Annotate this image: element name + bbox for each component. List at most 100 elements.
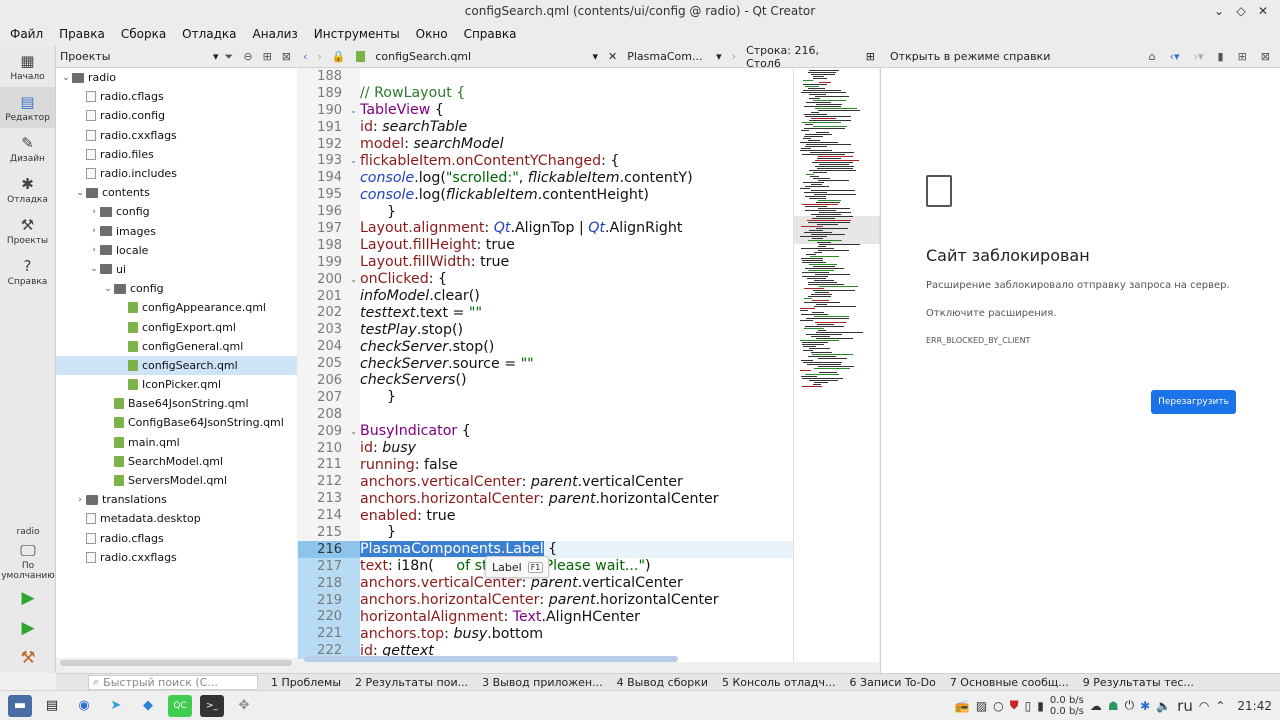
- tree-item[interactable]: configAppearance.qml: [56, 298, 297, 317]
- tree-item[interactable]: radio.cflags: [56, 529, 297, 548]
- open-file-select[interactable]: configSearch.qml: [375, 50, 582, 63]
- tree-item[interactable]: › images: [56, 222, 297, 241]
- chevron-down-icon[interactable]: ⌄: [60, 73, 72, 83]
- keyboard-layout[interactable]: ru: [1177, 697, 1193, 715]
- tab-search-results[interactable]: 2 Результаты пои...: [355, 676, 468, 689]
- menu-edit[interactable]: Правка: [51, 27, 113, 41]
- tree-item[interactable]: radio.includes: [56, 164, 297, 183]
- tree-scrollbar[interactable]: [60, 660, 292, 666]
- menu-tools[interactable]: Инструменты: [306, 27, 408, 41]
- chevron-down-icon[interactable]: ⌄: [88, 264, 100, 274]
- shield-icon[interactable]: ⛊: [1010, 698, 1019, 713]
- tab-general-messages[interactable]: 7 Основные сообщ...: [950, 676, 1069, 689]
- symbol-select[interactable]: PlasmaCom...: [627, 50, 706, 63]
- chrome-icon[interactable]: ◉: [72, 695, 96, 717]
- menu-window[interactable]: Окно: [408, 27, 456, 41]
- run-button[interactable]: ▶: [0, 583, 56, 613]
- tab-compile-output[interactable]: 4 Вывод сборки: [617, 676, 708, 689]
- radio-icon[interactable]: 📻: [955, 699, 970, 713]
- volume-icon[interactable]: 🔈: [1156, 699, 1171, 713]
- discover-icon[interactable]: ◆: [136, 695, 160, 717]
- forward-icon[interactable]: ›: [317, 50, 321, 63]
- bookmark-icon[interactable]: ▮: [1218, 50, 1224, 63]
- split-editor-icon[interactable]: ⊞: [866, 50, 875, 63]
- tab-test-results[interactable]: 9 Результаты тес...: [1083, 676, 1194, 689]
- tree-item[interactable]: configGeneral.qml: [56, 337, 297, 356]
- filter-icon[interactable]: ⏷: [225, 50, 234, 64]
- code-editor[interactable]: // RowLayout { TableView { id: searchTab…: [360, 68, 793, 662]
- scroll-thumb[interactable]: [304, 656, 678, 662]
- tree-item[interactable]: main.qml: [56, 433, 297, 452]
- tree-item[interactable]: configSearch.qml: [56, 355, 297, 375]
- app-launcher-icon[interactable]: ▬: [8, 694, 32, 717]
- menu-file[interactable]: Файл: [2, 27, 51, 41]
- cloud-icon[interactable]: ☁: [1090, 699, 1102, 713]
- chevron-down-icon[interactable]: ⌄: [74, 188, 86, 198]
- mode-debug[interactable]: ✱ Отладка: [0, 169, 55, 210]
- tree-item[interactable]: ⌄ ui: [56, 260, 297, 279]
- tree-item[interactable]: ⌄ contents: [56, 183, 297, 202]
- tree-item[interactable]: ⌄ radio: [56, 68, 297, 87]
- link-icon[interactable]: ⊖: [243, 50, 252, 64]
- usb-icon[interactable]: ▮: [1037, 699, 1044, 713]
- menu-help[interactable]: Справка: [456, 27, 525, 41]
- chevron-right-icon[interactable]: ›: [88, 207, 100, 217]
- split-icon[interactable]: ⊞: [1238, 50, 1247, 63]
- menu-analyze[interactable]: Анализ: [245, 27, 306, 41]
- tree-item[interactable]: › config: [56, 202, 297, 221]
- projects-view-select[interactable]: Проекты ▾: [60, 50, 225, 63]
- tree-item[interactable]: › locale: [56, 241, 297, 260]
- tree-item[interactable]: IconPicker.qml: [56, 375, 297, 394]
- tree-item[interactable]: Base64JsonString.qml: [56, 394, 297, 413]
- forward-icon[interactable]: ›▾: [1194, 50, 1204, 63]
- tree-item[interactable]: radio.cflags: [56, 87, 297, 106]
- editor-hscrollbar[interactable]: [298, 656, 793, 662]
- tree-item[interactable]: radio.cxxflags: [56, 126, 297, 145]
- chevron-right-icon[interactable]: ›: [88, 226, 100, 236]
- fold-marker-icon[interactable]: ⌄: [350, 275, 357, 284]
- ghost-icon[interactable]: ☗: [1108, 699, 1119, 713]
- puzzle-icon[interactable]: ✥: [232, 695, 256, 717]
- open-in-help-mode[interactable]: Открыть в режиме справки: [890, 50, 1050, 63]
- tab-app-output[interactable]: 3 Вывод приложен...: [482, 676, 602, 689]
- tree-item[interactable]: ConfigBase64JsonString.qml: [56, 413, 297, 432]
- tree-item[interactable]: metadata.desktop: [56, 509, 297, 528]
- tab-issues[interactable]: 1 Проблемы: [271, 676, 341, 689]
- minimize-icon[interactable]: ⌄: [1208, 2, 1230, 20]
- code-minimap[interactable]: [793, 68, 880, 662]
- chevron-right-icon[interactable]: ›: [88, 245, 100, 255]
- locator-input[interactable]: ⌕ Быстрый поиск (С...: [88, 674, 258, 690]
- tree-item[interactable]: radio.files: [56, 145, 297, 164]
- reload-button[interactable]: Перезагрузить: [1151, 390, 1236, 414]
- image-icon[interactable]: ▨: [976, 699, 987, 713]
- tree-item[interactable]: ⌄ config: [56, 279, 297, 298]
- split-icon[interactable]: ⊞: [263, 50, 272, 64]
- tree-item[interactable]: › translations: [56, 490, 297, 509]
- qtcreator-icon[interactable]: QC: [168, 694, 192, 717]
- maximize-icon[interactable]: ◇: [1230, 2, 1252, 20]
- expand-tray-icon[interactable]: ⌃: [1215, 699, 1225, 713]
- tree-item[interactable]: configExport.qml: [56, 317, 297, 336]
- close-doc-icon[interactable]: ✕: [608, 50, 617, 63]
- mode-welcome[interactable]: ▦ Начало: [0, 46, 55, 87]
- telegram-icon[interactable]: ➤: [104, 695, 128, 717]
- bluetooth-icon[interactable]: ✱: [1140, 699, 1150, 713]
- back-icon[interactable]: ‹: [303, 50, 307, 63]
- mode-design[interactable]: ✎ Дизайн: [0, 128, 55, 169]
- circle-icon[interactable]: ○: [993, 699, 1003, 713]
- menu-build[interactable]: Сборка: [113, 27, 174, 41]
- power-icon[interactable]: ⏻: [1125, 698, 1135, 713]
- mode-editor[interactable]: ▤ Редактор: [0, 87, 55, 128]
- fold-marker-icon[interactable]: ⌄: [350, 156, 357, 165]
- close-pane-icon[interactable]: ⊠: [282, 50, 291, 64]
- back-icon[interactable]: ‹▾: [1170, 50, 1180, 63]
- chevron-right-icon[interactable]: ›: [74, 495, 86, 505]
- terminal-icon[interactable]: >_: [200, 694, 224, 717]
- file-manager-icon[interactable]: ▤: [40, 695, 64, 717]
- clock[interactable]: 21:42: [1237, 699, 1272, 713]
- build-button[interactable]: ⚒: [0, 643, 56, 673]
- tree-item[interactable]: radio.config: [56, 106, 297, 125]
- fold-marker-icon[interactable]: ⌄: [350, 427, 357, 436]
- cursor-position[interactable]: Строка: 216, Стол6: [746, 44, 856, 70]
- tab-debugger-console[interactable]: 5 Консоль отладч...: [722, 676, 836, 689]
